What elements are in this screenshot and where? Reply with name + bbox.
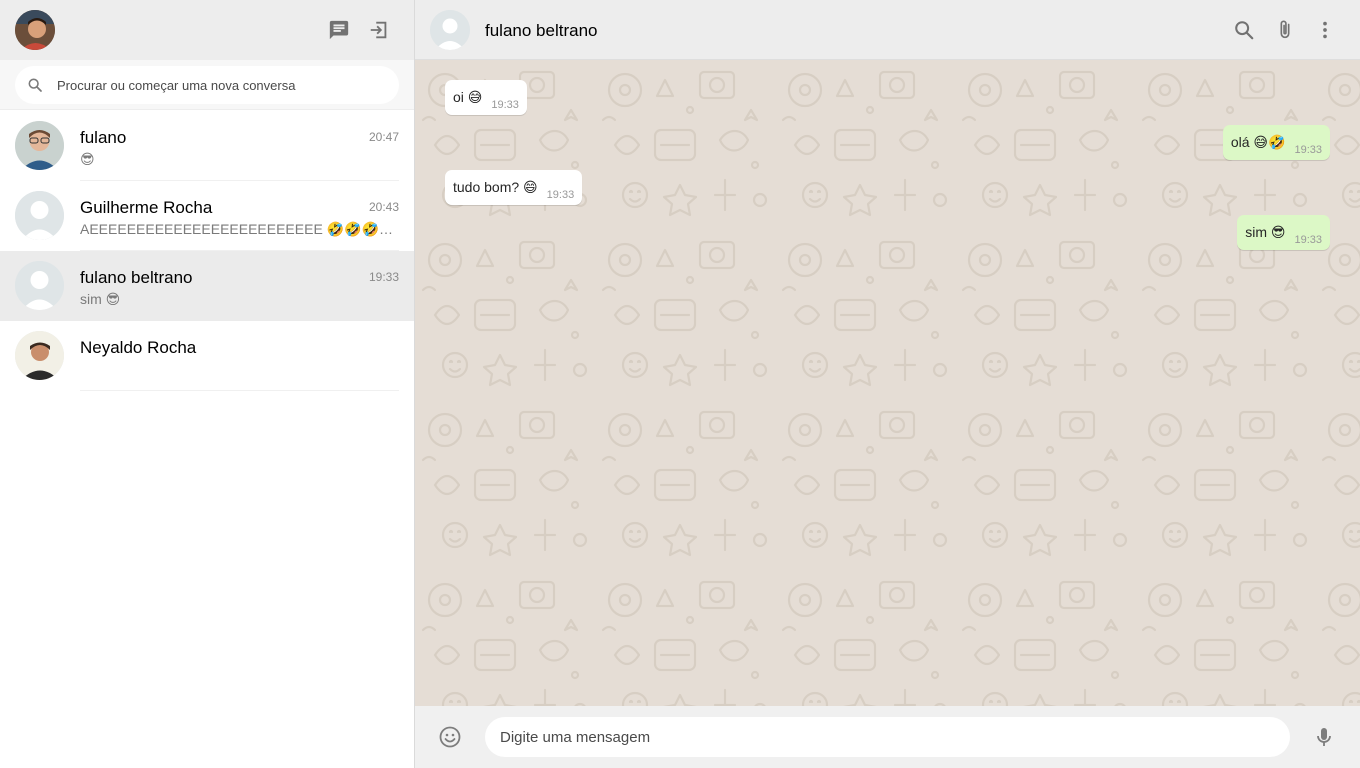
message-outgoing[interactable]: olá 😅🤣 19:33 <box>1222 125 1330 160</box>
message-time: 19:33 <box>546 188 575 201</box>
chat-time: 19:33 <box>368 270 399 284</box>
chat-item-neyaldo-rocha[interactable]: Neyaldo Rocha <box>0 321 414 391</box>
chat-item-body: fulano 20:47 😎 <box>80 111 399 181</box>
search-box[interactable] <box>15 66 399 104</box>
sidebar: fulano 20:47 😎 Guilherme Rocha 20:43 AEE… <box>0 0 415 768</box>
message-text: oi 😅 <box>453 89 483 105</box>
chat-name: fulano <box>80 128 127 147</box>
chat-last-message: sim 😎 <box>80 291 121 307</box>
more-vertical-icon[interactable] <box>1313 18 1337 42</box>
search-messages-icon[interactable] <box>1232 18 1256 42</box>
chat-name: Guilherme Rocha <box>80 198 213 217</box>
message-input[interactable] <box>485 717 1290 757</box>
logout-icon[interactable] <box>367 18 391 42</box>
message-text: olá 😅🤣 <box>1230 134 1286 150</box>
search-bar <box>0 60 414 110</box>
chat-panel: fulano beltrano oi 😅 19:33 olá 😅🤣 19:33 … <box>415 0 1360 768</box>
chat-item-body: Guilherme Rocha 20:43 AEEEEEEEEEEEEEEEEE… <box>80 181 399 251</box>
chat-item-fulano[interactable]: fulano 20:47 😎 <box>0 111 414 181</box>
message-text: sim 😎 <box>1245 224 1286 240</box>
default-avatar-icon <box>15 261 64 310</box>
chat-wallpaper <box>415 60 1360 706</box>
chat-last-message: 😎 <box>80 151 95 167</box>
message-text: tudo bom? 😄 <box>453 179 538 195</box>
chat-header: fulano beltrano <box>415 0 1360 60</box>
chat-time: 20:47 <box>368 130 399 144</box>
my-avatar[interactable] <box>15 10 55 50</box>
chat-time: 20:43 <box>368 200 399 214</box>
composer <box>415 706 1360 768</box>
chat-item-body: Neyaldo Rocha <box>80 321 399 391</box>
avatar <box>15 121 64 170</box>
paperclip-icon[interactable] <box>1273 18 1297 42</box>
chat-name: Neyaldo Rocha <box>80 338 197 357</box>
sidebar-header <box>0 0 414 60</box>
default-avatar-icon[interactable] <box>430 10 470 50</box>
search-icon <box>27 77 43 93</box>
chat-item-fulano-beltrano[interactable]: fulano beltrano 19:33 sim 😎 <box>0 251 414 321</box>
message-time: 19:33 <box>1294 143 1322 156</box>
chat-item-body: fulano beltrano 19:33 sim 😎 <box>80 251 399 321</box>
message-time: 19:33 <box>491 98 519 111</box>
message-time: 19:33 <box>1294 233 1322 246</box>
microphone-icon[interactable] <box>1312 725 1336 749</box>
search-input[interactable] <box>57 66 387 104</box>
chat-item-guilherme-rocha[interactable]: Guilherme Rocha 20:43 AEEEEEEEEEEEEEEEEE… <box>0 181 414 251</box>
chat-name: fulano beltrano <box>80 268 193 287</box>
message-outgoing[interactable]: sim 😎 19:33 <box>1237 215 1330 250</box>
message-incoming[interactable]: oi 😅 19:33 <box>445 80 527 115</box>
chat-last-message: AEEEEEEEEEEEEEEEEEEEEEEEEE 🤣🤣🤣🤣🤣🤣🤣🤣 <box>80 221 395 237</box>
contact-name[interactable]: fulano beltrano <box>485 21 597 41</box>
message-incoming[interactable]: tudo bom? 😄 19:33 <box>445 170 583 205</box>
chat-list: fulano 20:47 😎 Guilherme Rocha 20:43 AEE… <box>0 111 414 391</box>
avatar <box>15 331 64 380</box>
messages-area: oi 😅 19:33 olá 😅🤣 19:33 tudo bom? 😄 19:3… <box>415 60 1360 706</box>
smiley-icon[interactable] <box>438 725 462 749</box>
new-chat-icon[interactable] <box>327 18 351 42</box>
default-avatar-icon <box>15 191 64 240</box>
